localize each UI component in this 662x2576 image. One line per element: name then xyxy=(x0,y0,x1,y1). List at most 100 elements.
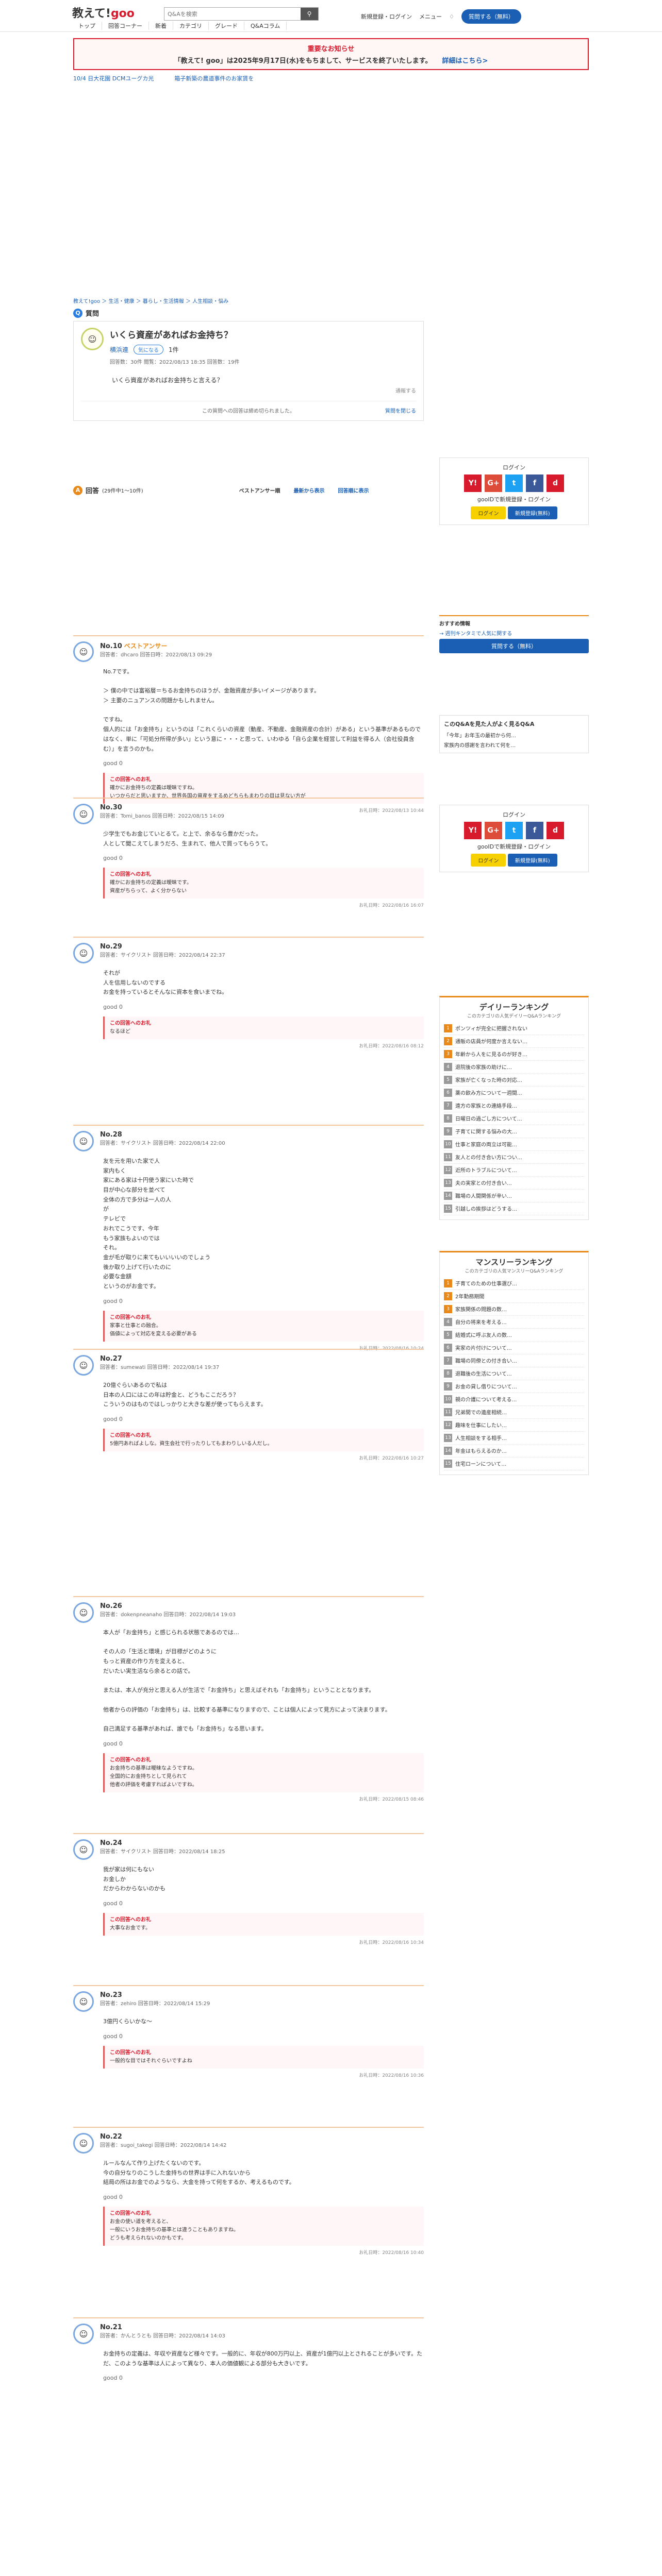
register-button[interactable]: 新規登録(無料) xyxy=(507,506,557,519)
ranking-item[interactable]: 11 友人との付き合い方につい… xyxy=(444,1151,584,1164)
ranking-item[interactable]: 2 2年勤務期間 xyxy=(444,1290,584,1303)
google-icon[interactable]: G+ xyxy=(485,822,502,839)
sort-new[interactable]: 最新から表示 xyxy=(293,486,324,494)
register-button[interactable]: 新規登録(無料) xyxy=(507,854,557,867)
ranking-item[interactable]: 7 職場の同僚との付き合い… xyxy=(444,1354,584,1367)
sidebar-ask-button[interactable]: 質問する（無料） xyxy=(439,639,589,653)
ranking-item[interactable]: 5 家族が亡くなった時の対応… xyxy=(444,1074,584,1087)
breadcrumb[interactable]: 教えて!goo ＞ 生活・健康 ＞ 暮らし・生活情報 ＞ 人生相談・悩み xyxy=(73,297,228,304)
rank-badge: 15 xyxy=(444,1460,452,1468)
answer-number: No.21 xyxy=(100,2324,122,2331)
ranking-item[interactable]: 7 遠方の家族との連絡手段… xyxy=(444,1099,584,1112)
ranking-item[interactable]: 8 退職後の生活について… xyxy=(444,1367,584,1380)
ask-button[interactable]: 質問する（無料） xyxy=(461,9,521,24)
good-button[interactable]: good 0 xyxy=(103,2375,123,2381)
ranking-item[interactable]: 5 結婚式に呼ぶ友人の数… xyxy=(444,1329,584,1342)
answer-item: ☺ No.22 回答者：sugoi_takegi 回答日時：2022/08/14 1… xyxy=(73,2127,424,2261)
ranking-item[interactable]: 10 親の介護について考える… xyxy=(444,1393,584,1406)
ranking-item[interactable]: 12 近所のトラブルについて… xyxy=(444,1164,584,1177)
ranking-item[interactable]: 3 年齢から人をに見るのが好き… xyxy=(444,1048,584,1061)
ranking-item[interactable]: 6 薬の飲み方について一週間… xyxy=(444,1087,584,1099)
login-button[interactable]: ログイン xyxy=(471,506,506,519)
notice-link[interactable]: 詳細はこちら> xyxy=(442,57,488,65)
good-button[interactable]: good 0 xyxy=(103,760,123,767)
search-input[interactable] xyxy=(164,8,301,20)
login-button[interactable]: ログイン xyxy=(471,854,506,867)
promo-links: 10/4 日大花園 DCMユーグカ光 箱子新築の農道事件のお家賃を xyxy=(73,74,589,82)
nav-new[interactable]: 新着 xyxy=(149,22,173,30)
good-button[interactable]: good 0 xyxy=(103,1900,123,1907)
rank-badge: 14 xyxy=(444,1447,452,1455)
answer-body: 友を元を用いた家で人 家内もく 家にある家は十円使う家にいた時で 目が中心な部分… xyxy=(103,1158,211,1290)
answer-number: No.10 xyxy=(100,642,122,650)
nav-top[interactable]: トップ xyxy=(72,22,102,30)
docomo-icon[interactable]: d xyxy=(547,822,564,839)
facebook-icon[interactable]: f xyxy=(526,822,543,839)
google-icon[interactable]: G+ xyxy=(485,474,502,492)
question-user[interactable]: 横浜連 xyxy=(110,345,128,354)
rank-badge: 1 xyxy=(444,1024,452,1032)
promo-link[interactable]: 箱子新築の農道事件のお家賃を xyxy=(174,74,254,82)
good-button[interactable]: good 0 xyxy=(103,855,123,861)
related-qa-item[interactable]: 「今年」お年玉の最初から何… xyxy=(444,731,584,739)
nav-grade[interactable]: グレード xyxy=(209,22,244,30)
related-qa-item[interactable]: 家族内の感謝を言われて何を… xyxy=(444,741,584,749)
sort-best[interactable]: ベストアンサー順 xyxy=(239,486,280,494)
ranking-item[interactable]: 13 夫の実家との付き合い… xyxy=(444,1177,584,1190)
good-button[interactable]: good 0 xyxy=(103,1004,123,1010)
site-logo[interactable]: 教えて!goo xyxy=(72,4,135,21)
rank-badge: 11 xyxy=(444,1408,452,1416)
ranking-item[interactable]: 9 子育てに関する悩みの大… xyxy=(444,1125,584,1138)
promo-link[interactable]: 10/4 日大花園 DCMユーグカ光 xyxy=(73,74,154,82)
thanks-date: お礼日時：2022/08/16 08:12 xyxy=(359,1044,424,1049)
yahoo-icon[interactable]: Y! xyxy=(464,474,482,492)
good-button[interactable]: good 0 xyxy=(103,2194,123,2200)
search-icon[interactable]: ⚲ xyxy=(301,8,318,20)
docomo-icon[interactable]: d xyxy=(547,474,564,492)
ranking-item[interactable]: 12 趣味を仕事にしたい… xyxy=(444,1419,584,1432)
ranking-item[interactable]: 2 通販の店員が何度か言えない… xyxy=(444,1035,584,1048)
twitter-icon[interactable]: t xyxy=(505,822,523,839)
ranking-item[interactable]: 13 人生相談をする相手… xyxy=(444,1432,584,1445)
answer-meta: 回答者：かんとうとも 回答日時：2022/08/14 14:03 xyxy=(100,2333,225,2339)
ranking-item[interactable]: 3 家族関係の問題の数… xyxy=(444,1303,584,1316)
good-button[interactable]: good 0 xyxy=(103,1416,123,1422)
ranking-item[interactable]: 6 実家の片付けについて… xyxy=(444,1342,584,1354)
ranking-item[interactable]: 14 年金はもらえるのか… xyxy=(444,1445,584,1458)
favorite-button[interactable]: 気になる xyxy=(134,345,164,354)
nav-column[interactable]: Q&Aコラム xyxy=(244,22,287,30)
good-button[interactable]: good 0 xyxy=(103,1740,123,1747)
thanks-comment: この回答へのお礼 一般的な目ではそれぐらいですよね xyxy=(103,2045,424,2069)
bell-icon[interactable]: ♢ xyxy=(449,13,454,20)
ranking-item[interactable]: 1 子育てのための仕事選び… xyxy=(444,1277,584,1290)
answer-body: ルールなんて作り上げたくないのです。 今の自分なりのこうした金持ちの世界は手に入… xyxy=(103,2160,295,2186)
ranking-item[interactable]: 10 仕事と家庭の両立は可能… xyxy=(444,1138,584,1151)
ranking-item[interactable]: 14 職場の人間関係が辛い… xyxy=(444,1190,584,1202)
answer-item: ☺ No.29 回答者：サイクリスト 回答日時：2022/08/14 22:37 それ… xyxy=(73,937,424,1054)
rank-badge: 11 xyxy=(444,1153,452,1161)
rank-badge: 14 xyxy=(444,1192,452,1200)
ranking-item[interactable]: 11 兄弟間での遺産相続… xyxy=(444,1406,584,1419)
yahoo-icon[interactable]: Y! xyxy=(464,822,482,839)
daily-ranking: デイリーランキング このカテゴリの人気デイリーQ&Aランキング 1 ポンツィが完全… xyxy=(439,996,589,1220)
ranking-item[interactable]: 9 お金の貸し借りについて… xyxy=(444,1380,584,1393)
thanks-comment: この回答へのお礼 確かにお金持ちの定義は曖昧です。 資産がちらって、よく分からない xyxy=(103,868,424,899)
ranking-item[interactable]: 1 ポンツィが完全に把握されない xyxy=(444,1022,584,1035)
ranking-item[interactable]: 4 退院後の家族の助けに… xyxy=(444,1061,584,1074)
ranking-item[interactable]: 15 引越しの挨拶はどうする… xyxy=(444,1202,584,1215)
ranking-item[interactable]: 15 住宅ローンについて… xyxy=(444,1458,584,1470)
login-link[interactable]: 新規登録・ログイン xyxy=(361,12,412,21)
nav-answer[interactable]: 回答コーナー xyxy=(102,22,149,30)
nav-category[interactable]: カテゴリ xyxy=(173,22,209,30)
ranking-item[interactable]: 4 自分の将来を考える… xyxy=(444,1316,584,1329)
twitter-icon[interactable]: t xyxy=(505,474,523,492)
thanks-comment: この回答へのお礼 お金の使い道を考えると、 一般にいうお金持ちの基準とは違うことも… xyxy=(103,2207,424,2246)
ranking-item[interactable]: 8 日曜日の過ごし方について… xyxy=(444,1112,584,1125)
close-question-link[interactable]: 質問を閉じる xyxy=(385,406,416,414)
good-button[interactable]: good 0 xyxy=(103,1298,123,1304)
sort-old[interactable]: 回答順に表示 xyxy=(338,486,369,494)
facebook-icon[interactable]: f xyxy=(526,474,543,492)
menu-link[interactable]: メニュー xyxy=(419,12,442,21)
report-link[interactable]: 通報する xyxy=(395,386,416,394)
good-button[interactable]: good 0 xyxy=(103,2033,123,2040)
